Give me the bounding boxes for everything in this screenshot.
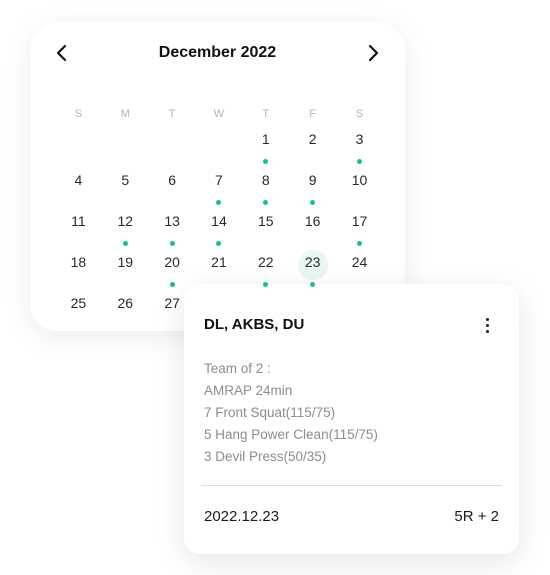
day-number: 14 <box>211 213 227 229</box>
calendar-day[interactable]: 26 <box>102 291 149 331</box>
workout-indicator-dot <box>263 200 269 205</box>
more-vertical-icon-dot <box>485 323 489 327</box>
day-number: 15 <box>258 213 274 229</box>
day-number: 1 <box>261 131 270 147</box>
day-number: 11 <box>71 213 86 229</box>
workout-indicator-dot <box>216 200 222 205</box>
weekday-label: T <box>168 108 176 120</box>
day-number: 3 <box>355 131 364 147</box>
calendar-day[interactable]: 2 <box>289 127 336 168</box>
workout-indicator-dot <box>310 200 316 205</box>
calendar-day[interactable]: 16 <box>289 209 336 250</box>
workout-score: 5R + 2 <box>454 508 499 525</box>
day-number: 7 <box>215 172 223 188</box>
workout-indicator-dot <box>356 159 362 164</box>
calendar-day-empty <box>102 127 149 168</box>
calendar-day-empty <box>149 127 196 168</box>
more-vertical-icon <box>485 317 489 321</box>
weekday-label: T <box>262 108 270 120</box>
day-number: 10 <box>351 172 368 188</box>
calendar-header: December 2022 <box>30 22 405 84</box>
day-number: 4 <box>74 172 83 188</box>
calendar-day[interactable]: 13 <box>149 209 196 250</box>
month-title: December 2022 <box>158 44 277 61</box>
calendar-day[interactable]: 3 <box>336 127 383 168</box>
day-number: 17 <box>351 213 368 229</box>
more-vertical-icon-dot <box>485 329 489 333</box>
calendar-day[interactable]: 8 <box>242 168 289 209</box>
day-number: 27 <box>164 295 180 311</box>
weekday-label: S <box>355 108 364 120</box>
day-number: 25 <box>70 295 87 311</box>
workout-indicator-dot <box>263 159 269 164</box>
divider <box>201 485 502 486</box>
workout-indicator-dot <box>122 241 128 246</box>
calendar-day[interactable]: 6 <box>149 168 196 209</box>
day-number: 23 <box>304 254 321 270</box>
calendar-day[interactable]: 14 <box>196 209 243 250</box>
calendar-day[interactable]: 17 <box>336 209 383 250</box>
workout-indicator-dot <box>356 241 362 246</box>
chevron-right-icon <box>368 44 379 62</box>
calendar-day[interactable]: 1 <box>242 127 289 168</box>
day-number: 21 <box>211 254 227 270</box>
calendar-day[interactable]: 20 <box>149 250 196 291</box>
calendar-day[interactable]: 25 <box>55 291 102 331</box>
weekday-row: S M T W T F S <box>55 108 383 122</box>
weekday-label: S <box>74 108 83 120</box>
calendar-day[interactable]: 9 <box>289 168 336 209</box>
weekday-label: W <box>213 108 225 120</box>
stage: December 2022 S M T W T F S 1 2 3 4 5 6 7 8 9 10 1… <box>0 0 550 575</box>
day-number: 22 <box>258 254 274 270</box>
day-number: 9 <box>308 172 317 188</box>
day-number: 13 <box>164 213 180 229</box>
calendar-day-empty <box>55 127 102 168</box>
calendar-day[interactable]: 19 <box>102 250 149 291</box>
day-number: 16 <box>304 213 321 229</box>
day-number: 26 <box>117 295 134 311</box>
calendar-day-empty <box>196 127 243 168</box>
workout-line: 5 Hang Power Clean(115/75) <box>204 427 378 442</box>
day-number: 12 <box>117 213 134 229</box>
calendar-day[interactable]: 15 <box>242 209 289 250</box>
calendar-day[interactable]: 18 <box>55 250 102 291</box>
next-month-button[interactable] <box>361 41 385 65</box>
more-options-button[interactable] <box>477 315 497 335</box>
workout-indicator-dot <box>169 282 175 287</box>
calendar-day[interactable]: 11 <box>55 209 102 250</box>
workout-line: Team of 2 : <box>204 361 271 376</box>
weekday-label: F <box>309 108 316 120</box>
calendar-day[interactable]: 7 <box>196 168 243 209</box>
workout-indicator-dot <box>216 241 222 246</box>
workout-description: Team of 2 : AMRAP 24min 7 Front Squat(11… <box>204 358 504 468</box>
day-number: 6 <box>168 172 176 188</box>
day-number: 5 <box>121 172 130 188</box>
day-number: 18 <box>70 254 87 270</box>
calendar-day[interactable]: 5 <box>102 168 149 209</box>
day-number: 8 <box>261 172 270 188</box>
workout-title: DL, AKBS, DU <box>204 316 305 333</box>
day-number: 19 <box>117 254 134 270</box>
day-number: 24 <box>351 254 368 270</box>
calendar-day[interactable]: 12 <box>102 209 149 250</box>
weekday-label: M <box>120 108 130 120</box>
workout-line: AMRAP 24min <box>204 383 293 398</box>
workout-date: 2022.12.23 <box>204 508 280 525</box>
calendar-day[interactable]: 4 <box>55 168 102 209</box>
workout-line: 7 Front Squat(115/75) <box>204 405 336 420</box>
day-number: 2 <box>308 131 317 147</box>
calendar-day[interactable]: 10 <box>336 168 383 209</box>
workout-card: DL, AKBS, DU Team of 2 : AMRAP 24min 7 F… <box>184 284 519 554</box>
workout-indicator-dot <box>169 241 175 246</box>
workout-line: 3 Devil Press(50/35) <box>204 449 327 464</box>
day-number: 20 <box>164 254 180 270</box>
